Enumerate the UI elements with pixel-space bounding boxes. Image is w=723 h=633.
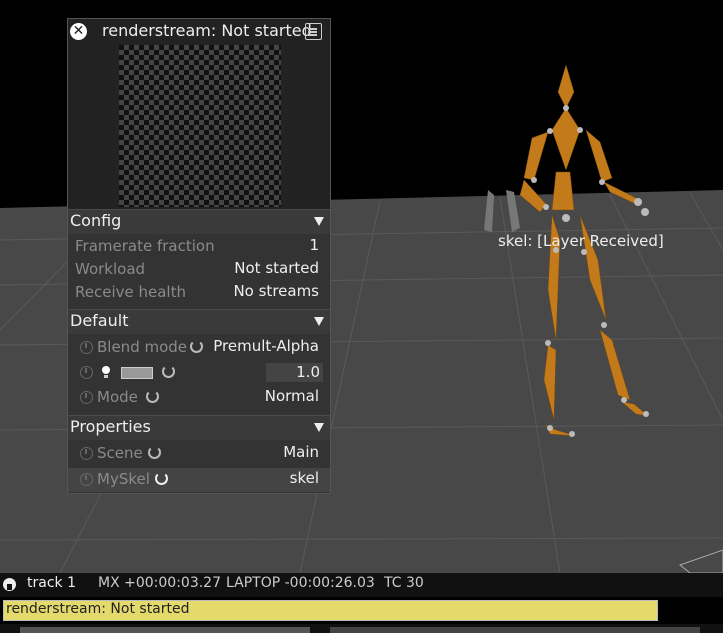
workload-value: Not started xyxy=(234,259,319,277)
notification-bar[interactable]: renderstream: Not started xyxy=(3,600,658,621)
status-bar: track 1 MX +00:00:03.27 LAPTOP -00:00:26… xyxy=(0,573,723,597)
tc-value: TC 30 xyxy=(384,575,424,591)
framerate-value: 1 xyxy=(309,236,319,254)
reset-icon[interactable] xyxy=(148,446,161,459)
scene-label: Scene xyxy=(97,444,143,462)
notes-icon[interactable] xyxy=(305,23,322,40)
track-icon[interactable] xyxy=(3,578,16,591)
timer-icon[interactable] xyxy=(80,366,93,379)
myskel-value[interactable]: skel xyxy=(290,469,319,487)
section-config-header[interactable]: Config xyxy=(68,209,330,234)
preview-area xyxy=(68,45,330,209)
timer-icon[interactable] xyxy=(80,391,93,404)
config-row-receive-health: Receive health No streams xyxy=(68,281,330,305)
brightness-value: 1.0 xyxy=(296,363,320,381)
close-icon[interactable]: ✕ xyxy=(70,23,87,40)
blend-mode-label: Blend mode xyxy=(97,338,188,356)
reset-icon[interactable] xyxy=(162,365,175,378)
receive-health-value: No streams xyxy=(233,282,319,300)
collapse-arrow-icon[interactable] xyxy=(314,317,324,326)
section-default-label: Default xyxy=(70,311,129,330)
framerate-label: Framerate fraction xyxy=(75,237,215,255)
collapse-arrow-icon[interactable] xyxy=(314,423,324,432)
mode-value[interactable]: Normal xyxy=(265,387,319,405)
scene-value[interactable]: Main xyxy=(283,443,319,461)
myskel-label: MySkel xyxy=(97,470,150,488)
timer-icon[interactable] xyxy=(80,447,93,460)
section-properties-header[interactable]: Properties xyxy=(68,415,330,440)
preview-thumbnail xyxy=(119,45,281,207)
color-swatch[interactable] xyxy=(121,367,153,379)
reset-icon[interactable] xyxy=(190,340,203,353)
config-row-framerate: Framerate fraction 1 xyxy=(68,235,330,259)
mx-timecode: MX +00:00:03.27 xyxy=(98,575,221,591)
section-default-header[interactable]: Default xyxy=(68,309,330,334)
bottom-tab[interactable] xyxy=(330,627,700,633)
notification-text: renderstream: Not started xyxy=(6,601,190,617)
brightness-row[interactable]: 1.0 xyxy=(68,361,330,385)
lightbulb-icon xyxy=(102,366,110,378)
mode-row[interactable]: Mode Normal xyxy=(68,386,330,410)
workload-label: Workload xyxy=(75,260,146,278)
reset-icon[interactable] xyxy=(155,472,168,485)
timer-icon[interactable] xyxy=(80,473,93,486)
blend-mode-row[interactable]: Blend mode Premult-Alpha xyxy=(68,336,330,360)
section-properties-label: Properties xyxy=(70,417,151,436)
mode-label: Mode xyxy=(97,388,138,406)
timer-icon[interactable] xyxy=(80,341,93,354)
myskel-row[interactable]: MySkel skel xyxy=(68,468,330,492)
skeleton-label: skel: [Layer Received] xyxy=(498,232,664,250)
bottom-tab[interactable] xyxy=(20,627,310,633)
renderstream-panel: ✕ renderstream: Not started Config Frame… xyxy=(67,18,331,494)
scene-row[interactable]: Scene Main xyxy=(68,442,330,466)
panel-titlebar[interactable]: ✕ renderstream: Not started xyxy=(68,19,330,45)
blend-mode-value[interactable]: Premult-Alpha xyxy=(213,337,319,355)
reset-icon[interactable] xyxy=(146,390,159,403)
track-name[interactable]: track 1 xyxy=(27,575,76,591)
section-config-label: Config xyxy=(70,211,122,230)
collapse-arrow-icon[interactable] xyxy=(314,217,324,226)
panel-title: renderstream: Not started xyxy=(102,21,312,40)
receive-health-label: Receive health xyxy=(75,283,186,301)
laptop-timecode: LAPTOP -00:00:26.03 xyxy=(226,575,375,591)
brightness-field[interactable]: 1.0 xyxy=(266,363,323,382)
config-row-workload: Workload Not started xyxy=(68,258,330,282)
bottom-tab-bar xyxy=(0,624,723,633)
